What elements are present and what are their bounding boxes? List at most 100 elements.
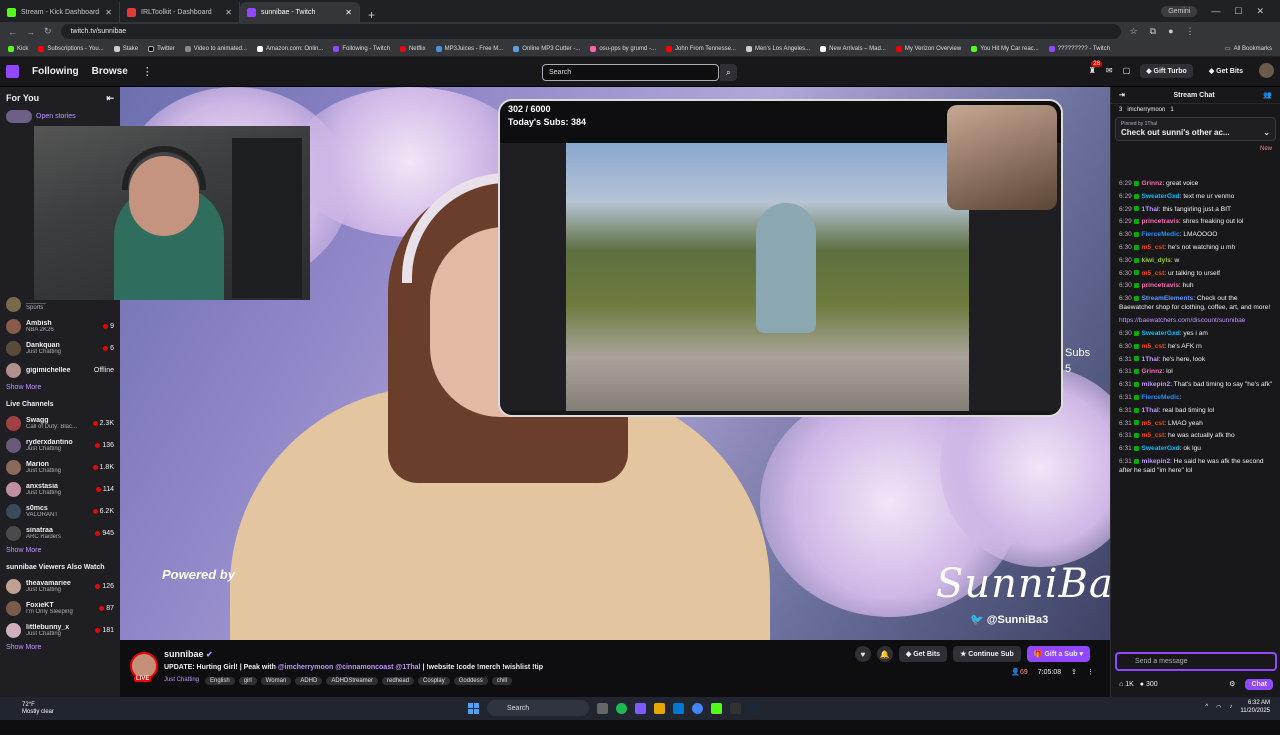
sidebar-channel[interactable]: Marion Just Chatting 1.8K xyxy=(0,456,120,478)
bookmark-item[interactable]: Stake xyxy=(113,45,138,52)
stream-tag[interactable]: chill xyxy=(491,677,513,685)
chat-users-icon[interactable]: 👥 xyxy=(1263,91,1272,99)
bookmark-item[interactable]: Subscriptions - You... xyxy=(38,45,104,52)
message-username[interactable]: SweaterGxd xyxy=(1142,330,1180,337)
reload-icon[interactable]: ↻ xyxy=(44,26,52,37)
message-username[interactable]: 1Thal xyxy=(1142,407,1159,414)
stream-tag[interactable]: ADHD xyxy=(295,677,323,685)
forward-icon[interactable]: → xyxy=(26,27,35,37)
channel-points[interactable]: ⌂ 1K xyxy=(1119,681,1134,688)
title-mention[interactable]: @imcherrymoon xyxy=(278,664,333,671)
stream-tag[interactable]: Woman xyxy=(260,677,292,685)
streamer-name[interactable]: sunnibae ✔ xyxy=(164,649,213,659)
profile-icon[interactable]: ● xyxy=(1168,26,1173,37)
message-username[interactable]: m5_cst xyxy=(1142,420,1165,427)
bookmark-item[interactable]: My Verizon Overview xyxy=(895,45,961,52)
message-username[interactable]: m5_cst xyxy=(1142,244,1165,251)
message-username[interactable]: 1Thal xyxy=(1142,356,1159,363)
bookmark-item[interactable]: MP3Juices - Free M... xyxy=(435,45,503,52)
search-input[interactable]: Search xyxy=(542,64,719,81)
whispers-icon[interactable]: ▢ xyxy=(1123,66,1131,75)
bookmark-item[interactable]: Video to animated... xyxy=(184,45,247,52)
message-username[interactable]: FierceMedic xyxy=(1142,394,1180,401)
bookmark-item[interactable]: John From Tennesse... xyxy=(666,45,736,52)
bits-balance[interactable]: ● 300 xyxy=(1140,681,1158,688)
message-username[interactable]: mikepin2 xyxy=(1142,458,1171,465)
sidebar-channel[interactable]: gigimichellee Offline xyxy=(0,359,120,381)
message-username[interactable]: princetravis xyxy=(1142,218,1179,225)
continue-sub-button[interactable]: ★ Continue Sub xyxy=(953,646,1021,662)
message-username[interactable]: StreamElements xyxy=(1142,295,1194,302)
title-mention[interactable]: @cinnamoncoast xyxy=(335,664,393,671)
browser-tab-kick[interactable]: Stream - Kick Dashboard ✕ xyxy=(0,2,120,22)
file-explorer-icon[interactable] xyxy=(654,702,665,714)
message-username[interactable]: SweaterGxd xyxy=(1142,445,1180,452)
bell-notify-icon[interactable]: 🔔 xyxy=(876,646,893,662)
minimize-icon[interactable]: — xyxy=(1211,6,1220,16)
bookmark-item[interactable]: Amazon.com: Onlin... xyxy=(257,45,323,52)
tray-chevron-icon[interactable]: ^ xyxy=(1205,704,1208,710)
show-more-followed[interactable]: Show More xyxy=(0,381,120,397)
show-more-also[interactable]: Show More xyxy=(0,641,120,657)
weather-widget[interactable]: 72°F Mostly clear xyxy=(0,702,54,716)
message-username[interactable]: FierceMedic xyxy=(1142,231,1180,238)
stream-category-link[interactable]: Just Chatting xyxy=(164,677,199,685)
bookmark-item[interactable]: You Hit My Car reac... xyxy=(971,45,1039,52)
nav-browse[interactable]: Browse xyxy=(92,66,128,77)
app-icon[interactable] xyxy=(730,702,741,714)
stream-tag[interactable]: Cosplay xyxy=(418,677,450,685)
app-icon[interactable] xyxy=(635,702,646,714)
get-bits-stream-button[interactable]: ◆ Get Bits xyxy=(898,646,948,662)
sidebar-channel[interactable]: sinatraa ARC Raiders 945 xyxy=(0,522,120,544)
bookmark-item[interactable]: Twitter xyxy=(148,45,175,52)
sidebar-channel[interactable]: s0mcs VALORANT 6.2K xyxy=(0,500,120,522)
message-username[interactable]: SweaterGxd xyxy=(1142,193,1180,200)
close-window-icon[interactable]: ✕ xyxy=(1256,6,1264,17)
more-icon[interactable]: ⋮ xyxy=(142,65,153,78)
message-username[interactable]: Grinnz xyxy=(1142,180,1163,187)
pinned-message[interactable]: Pinned by 1Thal Check out sunni's other a… xyxy=(1115,117,1276,141)
bookmark-item[interactable]: osu-pps by grumd -... xyxy=(590,45,656,52)
user-avatar[interactable] xyxy=(1259,63,1274,78)
sidebar-channel[interactable]: Dankquan Just Chatting 6 xyxy=(0,337,120,359)
browser-tab-twitch[interactable]: sunnibae - Twitch ✕ xyxy=(240,2,360,22)
taskbar-search[interactable]: Search xyxy=(487,700,589,716)
star-icon[interactable]: ☆ xyxy=(1130,26,1138,37)
sidebar-channel[interactable]: Swagg Call of Duty: Blac... 2.3K xyxy=(0,412,120,434)
discount-link[interactable]: https://baewatchers.com/discount/sunniba… xyxy=(1119,317,1245,324)
bookmark-item[interactable]: Online MP3 Cutter -... xyxy=(513,45,580,52)
open-stories[interactable]: Open stories xyxy=(0,110,120,123)
chevron-down-icon[interactable]: ⌄ xyxy=(1263,128,1270,137)
bookmark-item[interactable]: New Arrivals – Mad... xyxy=(820,45,886,52)
extensions-icon[interactable]: ⧉ xyxy=(1150,26,1156,37)
message-username[interactable]: mikepin2 xyxy=(1142,381,1171,388)
stream-tag[interactable]: English xyxy=(205,677,235,685)
message-username[interactable]: kiwi_dyls xyxy=(1142,257,1171,264)
get-bits-button[interactable]: ◆ Get Bits xyxy=(1203,64,1249,78)
share-icon[interactable]: ⇪ xyxy=(1071,668,1077,676)
clock[interactable]: 6:32 AM 11/20/2025 xyxy=(1240,699,1270,715)
sidebar-channel[interactable]: anxstasia Just Chatting 114 xyxy=(0,478,120,500)
close-icon[interactable]: ✕ xyxy=(105,8,112,17)
message-username[interactable]: m5_cst xyxy=(1142,432,1165,439)
new-tab-button[interactable]: + xyxy=(360,8,383,22)
gift-sub-button[interactable]: 🎁 Gift a Sub ▾ xyxy=(1026,646,1090,662)
back-icon[interactable]: ← xyxy=(8,27,17,37)
all-bookmarks[interactable]: ▭ All Bookmarks xyxy=(1225,45,1280,53)
title-mention[interactable]: @1Thal xyxy=(395,664,420,671)
chrome-icon[interactable] xyxy=(692,702,703,714)
gift-turbo-button[interactable]: ◆ Gift Turbo xyxy=(1140,63,1193,78)
url-field[interactable]: twitch.tv/sunnibae xyxy=(60,24,1121,39)
app-icon[interactable] xyxy=(711,702,722,714)
chat-send-button[interactable]: Chat xyxy=(1245,678,1273,690)
volume-icon[interactable]: ♪ xyxy=(1229,704,1232,710)
chat-settings-icon[interactable]: ⚙ xyxy=(1229,680,1235,688)
show-more-live[interactable]: Show More xyxy=(0,544,120,560)
stream-tag[interactable]: girl xyxy=(238,677,257,685)
gemini-button[interactable]: Gemini xyxy=(1161,5,1198,17)
stream-tag[interactable]: ADHDStreamer xyxy=(326,677,379,685)
twitch-logo-icon[interactable] xyxy=(6,65,19,78)
bookmark-item[interactable]: Following - Twitch xyxy=(333,45,390,52)
bookmark-item[interactable]: Kick xyxy=(8,45,28,52)
collapse-sidebar-icon[interactable]: ⇤ xyxy=(106,93,114,104)
